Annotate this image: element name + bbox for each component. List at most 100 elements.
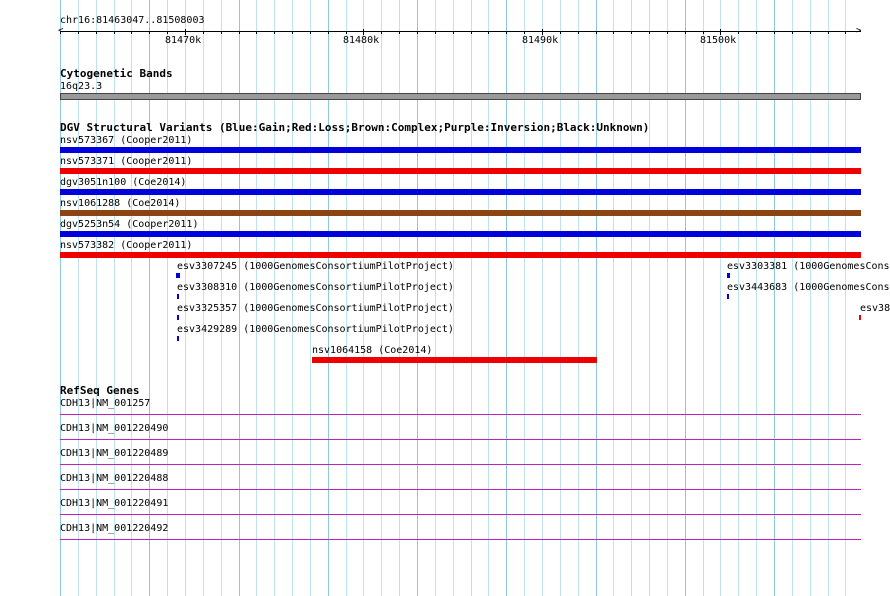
grid-line — [845, 0, 846, 596]
dgv-row-label: dgv5253n54 (Cooper2011) — [60, 219, 199, 230]
ruler-tick — [471, 31, 472, 34]
grid-line — [560, 0, 561, 596]
dgv-small-feature[interactable] — [177, 294, 179, 299]
gene-line[interactable] — [60, 439, 861, 440]
ruler-tick — [274, 31, 275, 34]
grid-line — [667, 0, 668, 596]
refseq-track-title[interactable]: RefSeq Genes — [60, 385, 139, 397]
dgv-small-feature[interactable] — [727, 273, 730, 278]
grid-line — [310, 0, 311, 596]
gene-line[interactable] — [60, 539, 861, 540]
ruler-tick — [667, 31, 668, 34]
ruler-tick — [149, 31, 150, 34]
gene-line[interactable] — [60, 414, 861, 415]
gene-label: CDH13|NM_001220490 — [60, 423, 169, 434]
grid-line — [738, 0, 739, 596]
ruler-tick — [703, 31, 704, 34]
gene-line[interactable] — [60, 464, 861, 465]
grid-line — [578, 0, 579, 596]
cyto-band-bar[interactable] — [60, 93, 861, 100]
dgv-small-label: esv3443683 (1000GenomesConsortiumPilotPr… — [727, 282, 890, 293]
dgv-small-label: esv3308310 (1000GenomesConsortiumPilotPr… — [177, 282, 454, 293]
grid-line — [471, 0, 472, 596]
dgv-small-feature[interactable] — [177, 336, 179, 341]
grid-line — [756, 0, 757, 596]
ruler-tick — [631, 31, 632, 34]
dgv-small-feature[interactable] — [177, 315, 179, 320]
grid-line — [239, 0, 240, 596]
dgv-feature-bar[interactable] — [60, 168, 861, 174]
grid-line — [703, 0, 704, 596]
ruler-tick — [596, 31, 597, 34]
ruler-tick — [774, 31, 775, 34]
dgv-feature-bar[interactable] — [60, 210, 861, 216]
ruler-tick — [399, 31, 400, 34]
grid-line — [613, 0, 614, 596]
grid-line — [435, 0, 436, 596]
ruler-tick — [506, 31, 507, 34]
gene-line[interactable] — [60, 514, 861, 515]
dgv-small-feature-bar[interactable] — [312, 357, 597, 363]
ruler-tick — [167, 31, 168, 34]
grid-line — [256, 0, 257, 596]
dgv-feature-bar[interactable] — [60, 147, 861, 153]
gene-line[interactable] — [60, 489, 861, 490]
dgv-feature-bar[interactable] — [60, 231, 861, 237]
dgv-small-feature[interactable] — [727, 294, 729, 299]
ruler-tick — [792, 31, 793, 34]
grid-line — [488, 0, 489, 596]
gene-label: CDH13|NM_001220488 — [60, 473, 169, 484]
ruler-tick — [845, 31, 846, 34]
grid-line — [381, 0, 382, 596]
grid-line — [774, 0, 775, 596]
grid-line — [720, 0, 721, 596]
dgv-feature-bar[interactable] — [60, 189, 861, 195]
ruler-label-81500k: 81500k — [700, 35, 737, 46]
dgv-small-feature[interactable] — [176, 273, 180, 278]
dgv-row-label: nsv1061288 (Coe2014) — [60, 198, 181, 209]
grid-line — [203, 0, 204, 596]
ruler-tick — [381, 31, 382, 34]
ruler-tick — [203, 31, 204, 34]
grid-line — [221, 0, 222, 596]
gene-label: CDH13|NM_001220492 — [60, 523, 169, 534]
grid-line — [542, 0, 543, 596]
ruler-tick — [685, 31, 686, 34]
grid-line — [363, 0, 364, 596]
ruler-tick — [488, 31, 489, 34]
ruler-label-81470k: 81470k — [165, 35, 202, 46]
dgv-row-label: dgv3051n100 (Coe2014) — [60, 177, 187, 188]
ruler-tick — [810, 31, 811, 34]
dgv-small-label: esv3325357 (1000GenomesConsortiumPilotPr… — [177, 303, 454, 314]
grid-line — [810, 0, 811, 596]
cyto-track-title[interactable]: Cytogenetic Bands — [60, 68, 173, 80]
ruler-tick — [310, 31, 311, 34]
dgv-row-label: nsv573367 (Cooper2011) — [60, 135, 193, 146]
ruler-label-81490k: 81490k — [522, 35, 559, 46]
grid-line — [506, 0, 507, 596]
ruler-location: chr16:81463047..81508003 — [60, 15, 205, 26]
ruler-tick — [756, 31, 757, 34]
ruler-tick — [578, 31, 579, 34]
gene-label: CDH13|NM_001220489 — [60, 448, 169, 459]
ruler-right-arrow-icon: > — [856, 26, 862, 36]
grid-line — [274, 0, 275, 596]
dgv-small-label: esv3429289 (1000GenomesConsortiumPilotPr… — [177, 324, 454, 335]
genome-browser-view[interactable]: chr16:81463047..81508003 < > 81470k 8148… — [0, 0, 890, 596]
ruler-tick — [96, 31, 97, 34]
ruler-tick — [60, 31, 61, 34]
dgv-feature-bar[interactable] — [60, 252, 861, 258]
dgv-track-title[interactable]: DGV Structural Variants (Blue:Gain;Red:L… — [60, 122, 649, 134]
grid-line — [649, 0, 650, 596]
grid-line — [417, 0, 418, 596]
ruler-tick — [256, 31, 257, 34]
dgv-small-label: nsv1064158 (Coe2014) — [312, 345, 433, 356]
ruler-tick — [524, 31, 525, 34]
ruler-tick — [417, 31, 418, 34]
dgv-small-feature[interactable] — [859, 315, 861, 320]
grid-line — [596, 0, 597, 596]
dgv-row-label: nsv573371 (Cooper2011) — [60, 156, 193, 167]
ruler-tick — [346, 31, 347, 34]
ruler-label-81480k: 81480k — [343, 35, 380, 46]
ruler-tick — [328, 31, 329, 34]
